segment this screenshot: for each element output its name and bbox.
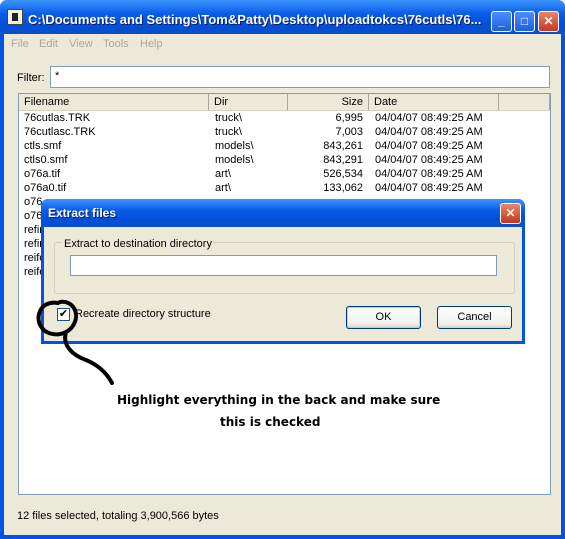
cell-size: 526,534 xyxy=(323,168,363,180)
ok-button[interactable]: OK xyxy=(346,306,421,329)
app-icon xyxy=(7,9,23,25)
cell-size: 843,291 xyxy=(323,154,363,166)
table-row[interactable]: 76cutlasc.TRK truck\ 7,003 04/04/07 08:49:2… xyxy=(19,126,550,140)
table-row[interactable]: o76a0.tif art\ 133,062 04/04/07 08:49:25 AM xyxy=(19,182,550,196)
column-size[interactable]: Size xyxy=(288,94,369,111)
list-header: Filename Dir Size Date xyxy=(19,94,550,111)
menu-edit[interactable]: Edit xyxy=(39,38,58,50)
cell-size: 7,003 xyxy=(335,126,363,138)
dialog-title-bar[interactable]: Extract files ✕ xyxy=(41,199,525,227)
menu-bar: File Edit View Tools Help xyxy=(4,34,561,54)
cell-size: 843,261 xyxy=(323,140,363,152)
cancel-button[interactable]: Cancel xyxy=(437,306,512,329)
table-row[interactable]: o76a.tif art\ 526,534 04/04/07 08:49:25 AM xyxy=(19,168,550,182)
destination-group-label: Extract to destination directory xyxy=(62,238,214,250)
cell-date: 04/04/07 08:49:25 AM xyxy=(375,140,483,152)
extract-files-dialog: Extract files ✕ Extract to destination d… xyxy=(41,199,525,344)
status-bar: 12 files selected, totaling 3,900,566 by… xyxy=(4,503,561,535)
title-bar[interactable]: C:\Documents and Settings\Tom&Patty\Desk… xyxy=(0,0,565,34)
cell-dir: models\ xyxy=(215,154,254,166)
recreate-structure-label[interactable]: Recreate directory structure xyxy=(75,308,211,320)
cell-filename: o76a.tif xyxy=(24,168,61,180)
cell-date: 04/04/07 08:49:25 AM xyxy=(375,112,483,124)
table-row[interactable]: 76cutlas.TRK truck\ 6,995 04/04/07 08:49:25… xyxy=(19,112,550,126)
table-row[interactable]: ctls0.smf models\ 843,291 04/04/07 08:49:25… xyxy=(19,154,550,168)
cell-filename: 76cutlasc.TRK xyxy=(24,126,96,138)
table-row[interactable]: ctls.smf models\ 843,261 04/04/07 08:49:25 … xyxy=(19,140,550,154)
close-button[interactable]: ✕ xyxy=(538,11,559,32)
cell-filename: ctls0.smf xyxy=(24,154,68,166)
window-title: C:\Documents and Settings\Tom&Patty\Desk… xyxy=(28,12,482,27)
cell-dir: truck\ xyxy=(215,126,242,138)
menu-view[interactable]: View xyxy=(69,38,93,50)
dialog-close-button[interactable]: ✕ xyxy=(500,203,521,224)
status-text: 12 files selected, totaling 3,900,566 by… xyxy=(17,510,219,522)
cell-date: 04/04/07 08:49:25 AM xyxy=(375,154,483,166)
cell-dir: art\ xyxy=(215,168,231,180)
dialog-body: Extract to destination directory ✔ Recre… xyxy=(44,227,522,341)
column-dir[interactable]: Dir xyxy=(209,94,288,111)
cell-dir: models\ xyxy=(215,140,254,152)
recreate-structure-checkbox[interactable]: ✔ xyxy=(57,308,70,321)
menu-tools[interactable]: Tools xyxy=(103,38,129,50)
column-date[interactable]: Date xyxy=(369,94,499,111)
cell-date: 04/04/07 08:49:25 AM xyxy=(375,126,483,138)
cell-filename: ctls.smf xyxy=(24,140,62,152)
menu-file[interactable]: File xyxy=(11,38,29,50)
destination-directory-input[interactable] xyxy=(70,255,497,276)
cell-filename: o76 xyxy=(24,210,43,222)
cell-size: 6,995 xyxy=(335,112,363,124)
filter-input[interactable]: * xyxy=(50,66,550,88)
cell-dir: art\ xyxy=(215,182,231,194)
column-empty xyxy=(499,94,550,111)
column-filename[interactable]: Filename xyxy=(19,94,209,111)
filter-label: Filter: xyxy=(17,72,45,84)
maximize-button[interactable]: □ xyxy=(514,11,535,32)
menu-help[interactable]: Help xyxy=(140,38,163,50)
cell-filename: o76 xyxy=(24,196,43,208)
cell-size: 133,062 xyxy=(323,182,363,194)
minimize-button[interactable]: _ xyxy=(491,11,512,32)
cell-date: 04/04/07 08:49:25 AM xyxy=(375,168,483,180)
cell-filename: 76cutlas.TRK xyxy=(24,112,91,124)
cell-dir: truck\ xyxy=(215,112,242,124)
cell-date: 04/04/07 08:49:25 AM xyxy=(375,182,483,194)
dialog-title: Extract files xyxy=(48,206,117,220)
cell-filename: o76a0.tif xyxy=(24,182,67,194)
